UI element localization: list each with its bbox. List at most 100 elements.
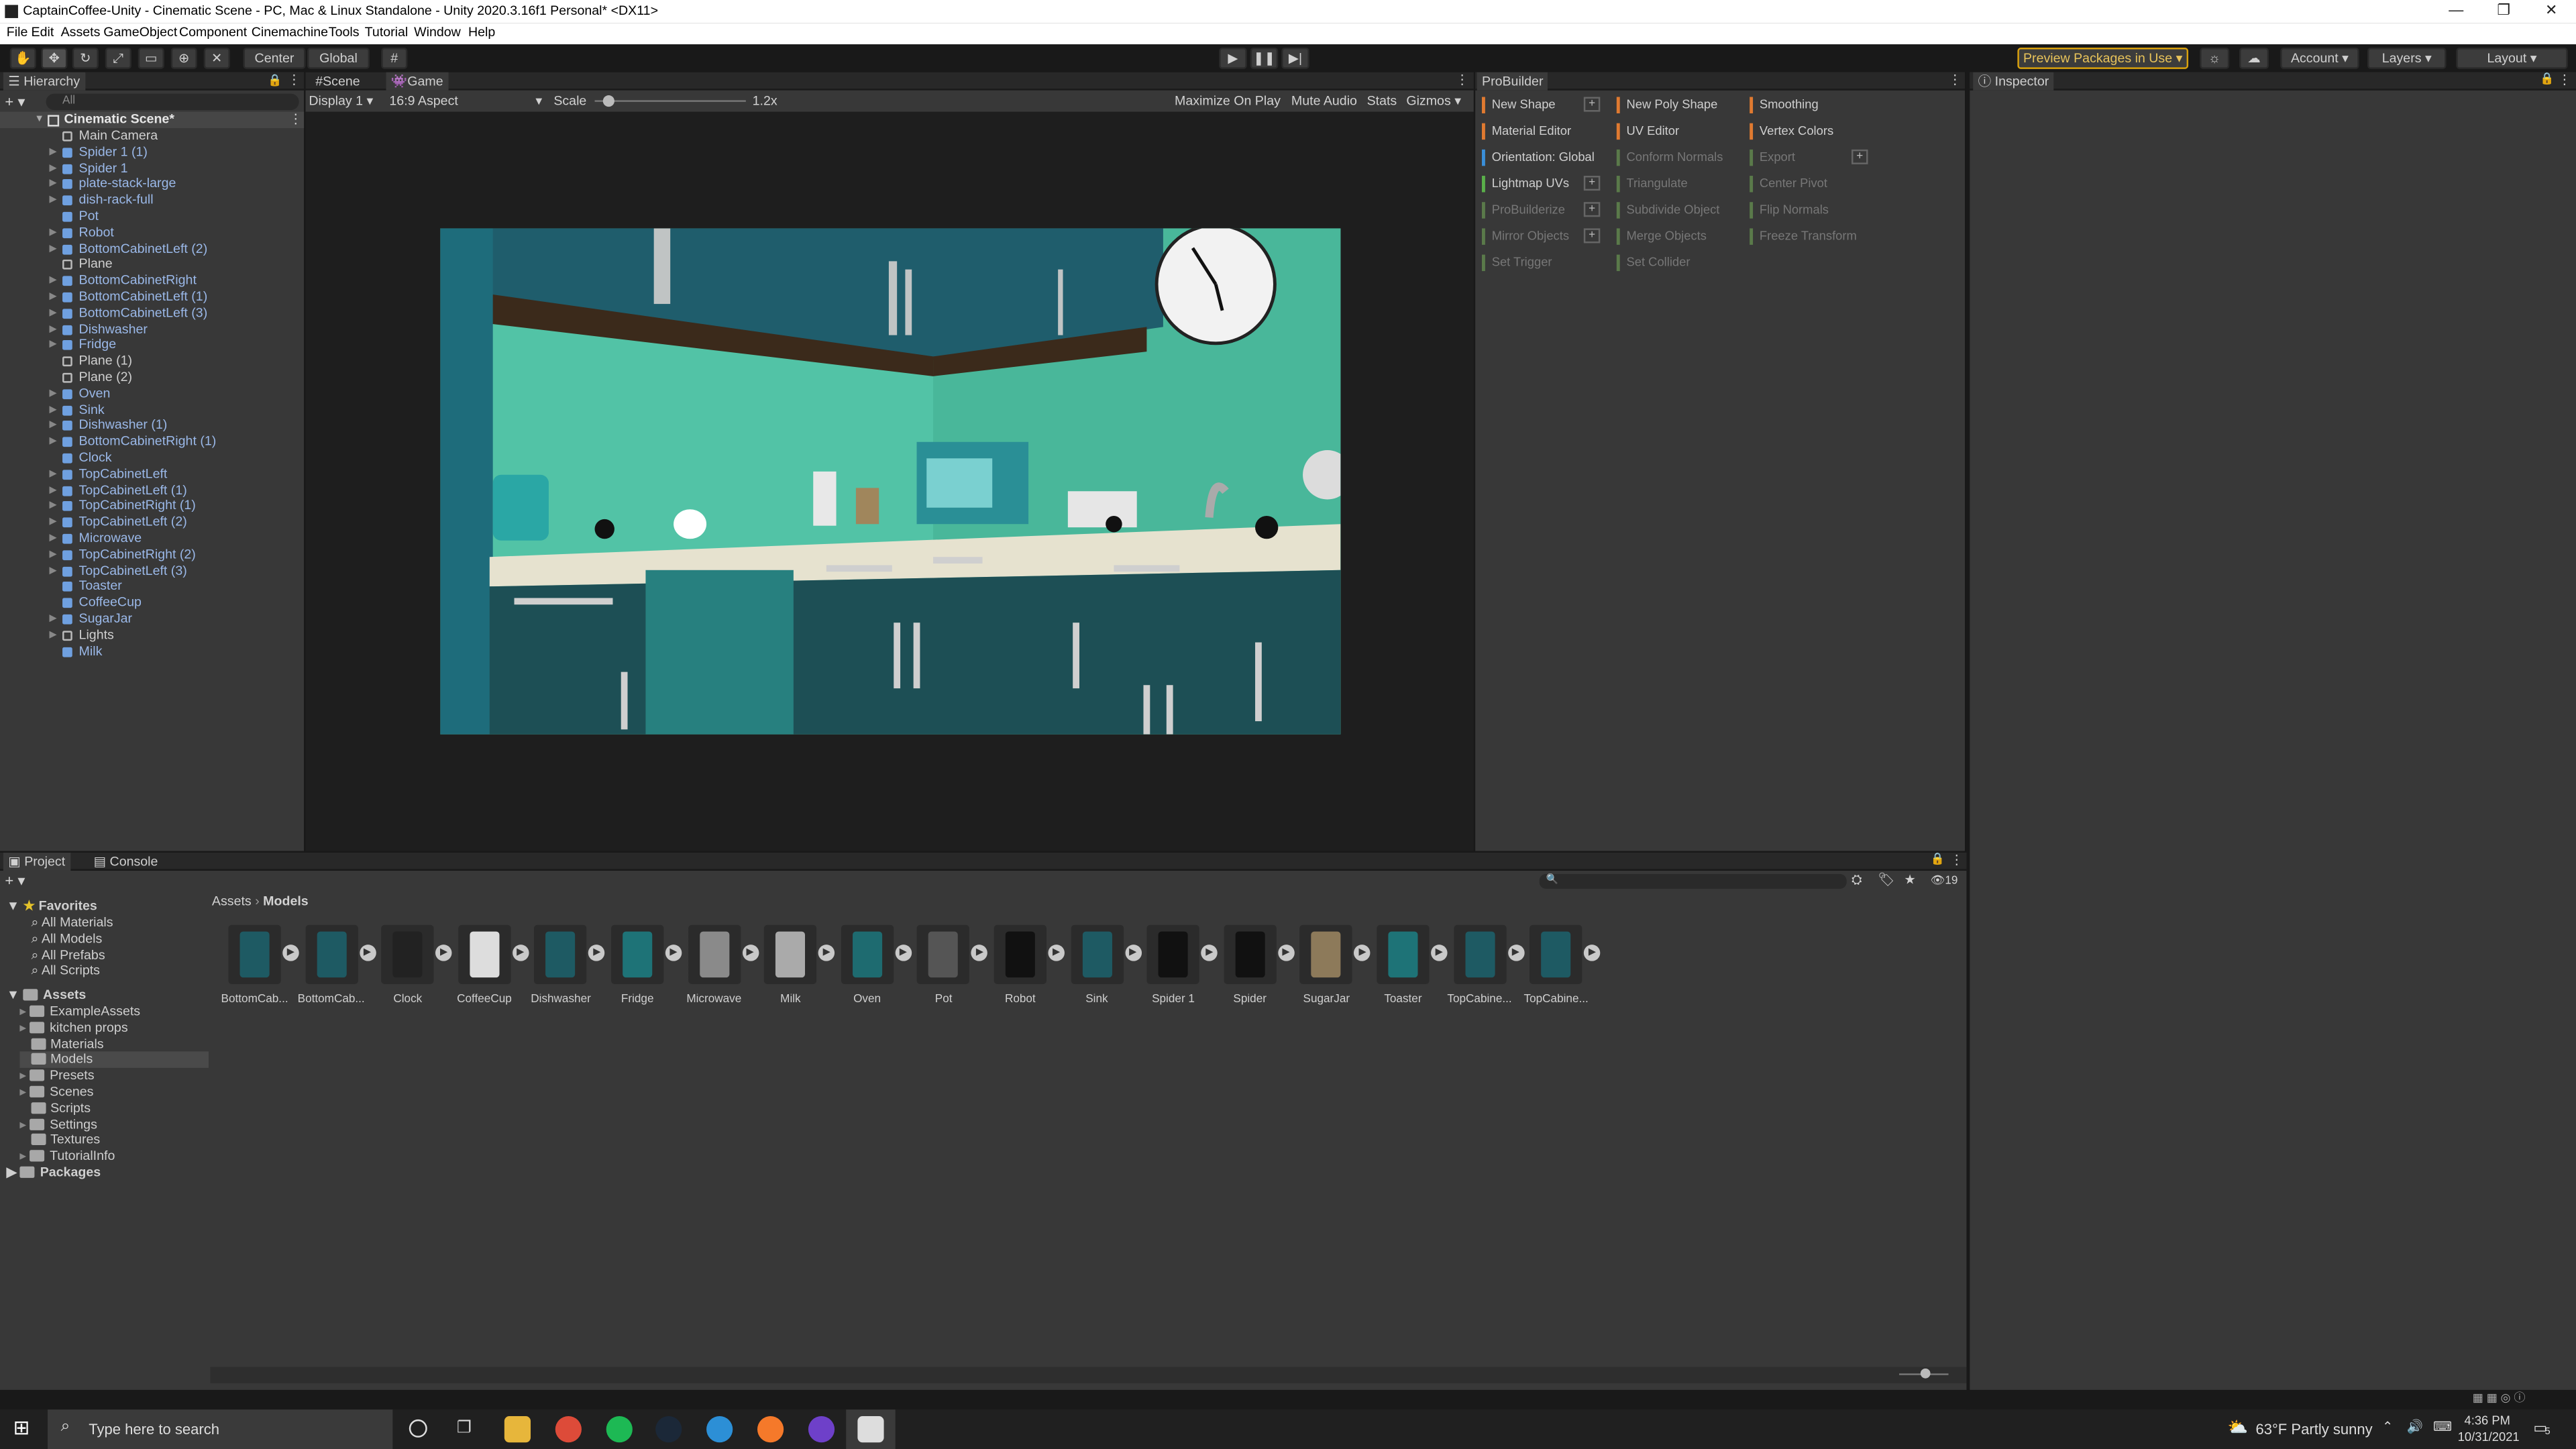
hierarchy-item[interactable]: Clock (0, 450, 303, 466)
probuilder-conform-normals-button[interactable]: Conform Normals (1616, 148, 1745, 167)
network-icon[interactable]: ⌨ (2433, 1419, 2452, 1434)
add-icon[interactable]: + ▾ (5, 872, 25, 890)
options-plus-icon[interactable]: + (1583, 97, 1601, 112)
project-search-input[interactable]: 🔍 (1539, 873, 1847, 889)
probuilder-triangulate-button[interactable]: Triangulate (1616, 174, 1745, 194)
tab-project[interactable]: ▣ Project (3, 853, 70, 871)
asset-tile[interactable]: ▶ Milk (757, 924, 835, 1007)
asset-tile[interactable]: ▶ Sink (1064, 924, 1142, 1007)
task-view-icon[interactable]: ❐ (457, 1419, 472, 1438)
tab-probuilder[interactable]: ProBuilder (1477, 72, 1548, 91)
asset-tile[interactable]: ▶ Spider 1 (1140, 924, 1218, 1007)
progress-icon[interactable]: ▦ ▦ ◎ ⓘ (2473, 1390, 2526, 1406)
favorite-item[interactable]: ⌕ All Materials (32, 915, 113, 931)
lock-icon[interactable]: 🔒 (2540, 72, 2554, 85)
pivot-global-button[interactable]: Global (307, 48, 370, 69)
probuilder-new-poly-shape-button[interactable]: New Poly Shape (1616, 95, 1745, 115)
hierarchy-item[interactable]: ▶ dish-rack-full (0, 193, 303, 209)
chevron-right-icon[interactable]: ▶ (49, 321, 56, 337)
filter-type-icon[interactable]: ⛭ (1851, 872, 1862, 888)
options-plus-icon[interactable]: + (1583, 228, 1601, 244)
expand-asset-icon[interactable]: ▶ (741, 945, 759, 961)
hierarchy-item[interactable]: ▶ Sink (0, 402, 303, 418)
tab-game[interactable]: 👾Game (386, 72, 449, 91)
play-button[interactable]: ▶ (1219, 48, 1247, 69)
volume-icon[interactable]: 🔊 (2407, 1419, 2423, 1434)
options-plus-icon[interactable]: + (1583, 176, 1601, 191)
expand-asset-icon[interactable]: ▶ (512, 945, 529, 961)
hierarchy-item[interactable]: ▶ Microwave (0, 531, 303, 547)
hierarchy-search-input[interactable]: All (46, 93, 299, 111)
asset-tile[interactable]: ▶ Fridge (604, 924, 682, 1007)
chevron-right-icon[interactable]: ▶ (49, 273, 56, 289)
chevron-right-icon[interactable]: ▶ (49, 337, 56, 354)
expand-asset-icon[interactable]: ▶ (359, 945, 376, 961)
favorite-item[interactable]: ⌕ All Prefabs (32, 947, 105, 963)
scale-tool-icon[interactable]: ⤢ (105, 48, 131, 69)
asset-tile[interactable]: ▶ Dishwasher (528, 924, 606, 1007)
display-dropdown[interactable]: Display 1 ▾ (309, 94, 373, 109)
chevron-right-icon[interactable]: ▶ (49, 498, 56, 515)
chevron-right-icon[interactable]: ▸ (19, 1004, 30, 1018)
probuilder-flip-normals-button[interactable]: Flip Normals (1750, 201, 1878, 220)
blender-icon[interactable] (757, 1416, 784, 1443)
scene-row[interactable]: ▼ Cinematic Scene* ⋮ (0, 111, 305, 129)
hierarchy-item[interactable]: ▶ TopCabinetLeft (1) (0, 482, 303, 498)
pause-button[interactable]: ❚❚ (1250, 48, 1279, 69)
chevron-right-icon[interactable]: ▶ (49, 160, 56, 176)
favorite-item[interactable]: ⌕ All Scripts (32, 963, 100, 979)
project-folder[interactable]: ▸ Settings (19, 1116, 209, 1132)
favorite-star-icon[interactable]: ★ (1904, 872, 1916, 887)
hierarchy-item[interactable]: Milk (0, 643, 303, 659)
hierarchy-item[interactable]: ▶ plate-stack-large (0, 176, 303, 193)
asset-tile[interactable]: ▶ Robot (987, 924, 1065, 1007)
cortana-icon[interactable] (409, 1419, 427, 1438)
pivot-center-button[interactable]: Center (243, 48, 306, 69)
scene-menu-icon[interactable]: ⋮ (289, 112, 303, 128)
hand-tool-icon[interactable]: ✋ (9, 48, 36, 69)
hierarchy-item[interactable]: Main Camera (0, 128, 303, 144)
project-folder[interactable]: Materials (19, 1036, 209, 1052)
project-folder[interactable]: Models (19, 1052, 209, 1069)
asset-tile[interactable]: ▶ Pot (911, 924, 988, 1007)
hierarchy-item[interactable]: Plane (1) (0, 354, 303, 370)
project-folder[interactable]: ▸ Presets (19, 1068, 209, 1084)
chevron-right-icon[interactable]: ▶ (49, 482, 56, 498)
chevron-right-icon[interactable]: ▶ (49, 241, 56, 257)
mute-audio-toggle[interactable]: Mute Audio (1291, 94, 1357, 109)
chevron-down-icon[interactable]: ▼ (34, 112, 44, 128)
more-icon[interactable]: ⋮ (288, 72, 301, 87)
more-icon[interactable]: ⋮ (1950, 853, 1964, 867)
stats-toggle[interactable]: Stats (1367, 94, 1397, 109)
hierarchy-item[interactable]: ▶ TopCabinetRight (1) (0, 498, 303, 515)
hierarchy-item[interactable]: ▶ Dishwasher (1) (0, 418, 303, 434)
probuilder-uv-editor-button[interactable]: UV Editor (1616, 121, 1745, 141)
probuilder-orientation-global-button[interactable]: Orientation: Global (1481, 148, 1610, 167)
chevron-right-icon[interactable]: ▶ (49, 289, 56, 305)
asset-tile[interactable]: ▶ BottomCab... (298, 924, 376, 1007)
expand-asset-icon[interactable]: ▶ (895, 945, 912, 961)
game-render-viewport[interactable] (440, 228, 1341, 735)
menu-help[interactable]: Help (468, 25, 495, 40)
asset-tile[interactable]: ▶ SugarJar (1293, 924, 1371, 1007)
maximize-on-play-toggle[interactable]: Maximize On Play (1175, 94, 1281, 109)
hierarchy-item[interactable]: ▶ TopCabinetLeft (2) (0, 515, 303, 531)
chevron-right-icon[interactable]: ▶ (49, 547, 56, 563)
probuilder-smoothing-button[interactable]: Smoothing (1750, 95, 1878, 115)
expand-asset-icon[interactable]: ▶ (282, 945, 299, 961)
rect-tool-icon[interactable]: ▭ (138, 48, 164, 69)
tab-scene[interactable]: #Scene (311, 72, 365, 91)
aspect-dropdown[interactable]: 16:9 Aspect ▾ (389, 94, 547, 109)
chevron-right-icon[interactable]: ▶ (49, 627, 56, 643)
probuilder-set-collider-button[interactable]: Set Collider (1616, 253, 1745, 272)
filter-label-icon[interactable]: 🏷 (1878, 872, 1894, 887)
hierarchy-item[interactable]: ▶ BottomCabinetLeft (1) (0, 289, 303, 305)
restore-icon[interactable]: ❐ (2479, 0, 2528, 23)
menu-tutorial[interactable]: Tutorial (365, 25, 409, 40)
chevron-right-icon[interactable]: ▶ (49, 225, 56, 241)
tab-console[interactable]: ▤ Console (89, 853, 163, 871)
chevron-right-icon[interactable]: ▶ (49, 193, 56, 209)
probuilder-subdivide-object-button[interactable]: Subdivide Object (1616, 201, 1745, 220)
chevron-right-icon[interactable]: ▶ (49, 176, 56, 193)
layout-dropdown[interactable]: Layout ▾ (2456, 48, 2568, 69)
